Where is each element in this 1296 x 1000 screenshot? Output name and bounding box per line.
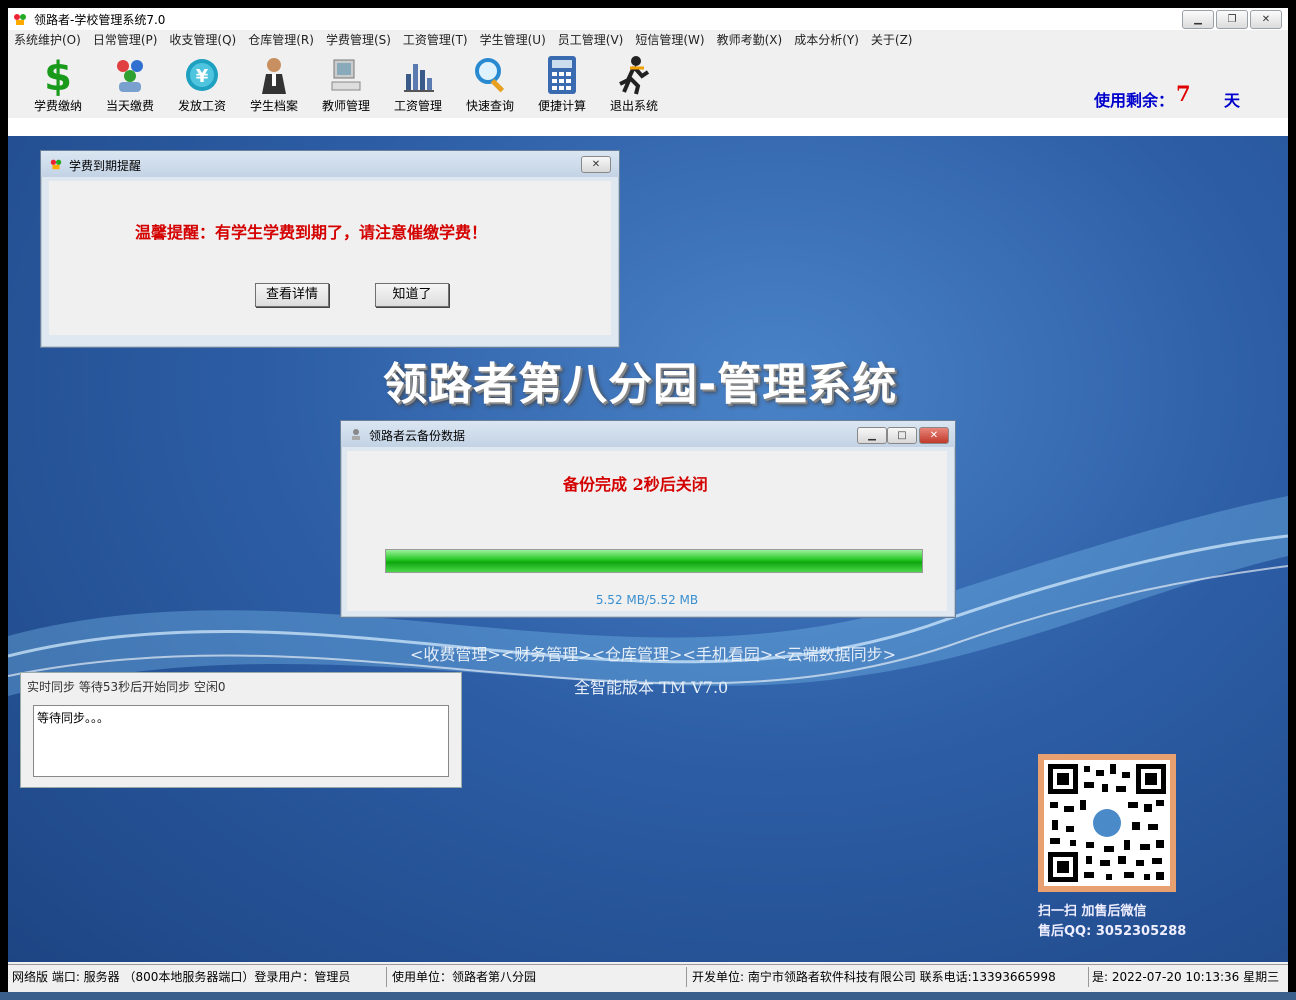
usage-unit: 天 — [1224, 91, 1241, 110]
reminder-message: 温馨提醒：有学生学费到期了，请注意催缴学费！ — [135, 223, 488, 242]
menu-system[interactable]: 系统维护(O) — [8, 30, 87, 50]
edition-line: 全智能版本 TM V7.0 — [574, 678, 729, 697]
window-title: 领路者-学校管理系统7.0 — [34, 13, 166, 27]
close-button[interactable]: ✕ — [1250, 10, 1282, 29]
status-connection: 网络版 端口: 服务器 （800本地服务器端口）登录用户：管理员 — [8, 967, 387, 987]
backup-size: 5.52 MB/5.52 MB — [595, 593, 699, 607]
menu-income-expense[interactable]: 收支管理(Q) — [163, 30, 242, 50]
calculator-icon — [548, 56, 576, 94]
quick-search-button[interactable]: 快速查询 — [458, 50, 522, 118]
people-icon — [117, 60, 143, 92]
calculator-button[interactable]: 便捷计算 — [530, 50, 594, 118]
sync-panel: 实时同步 等待53秒后开始同步 空闲0 等待同步。。。 — [20, 672, 462, 788]
salary-manage-button[interactable]: 工资管理 — [386, 50, 450, 118]
yen-coin-icon: ¥ — [186, 59, 218, 91]
status-bar: 网络版 端口: 服务器 （800本地服务器端口）登录用户：管理员 使用单位：领路… — [8, 964, 1288, 989]
today-payment-button[interactable]: 当天缴费 — [98, 50, 162, 118]
qr-pattern — [1048, 764, 1166, 882]
system-title: 领路者第八分园-管理系统 — [383, 359, 898, 410]
usage-label: 使用剩余： — [1094, 91, 1175, 110]
dollar-icon: $ — [44, 54, 72, 96]
qr-caption-qq: 售后QQ: 3052305288 — [1038, 924, 1187, 939]
title-bar: 领路者-学校管理系统7.0 ▁ ❐ ✕ — [8, 8, 1288, 30]
backup-title: 领路者云备份数据 — [369, 429, 466, 443]
usage-days: 7 — [1176, 81, 1191, 106]
app-logo-icon — [50, 159, 62, 170]
menu-about[interactable]: 关于(Z) — [865, 30, 919, 50]
address-strip — [8, 118, 1288, 137]
main-window: 领路者-学校管理系统7.0 ▁ ❐ ✕ 系统维护(O) 日常管理(P) 收支管理… — [8, 8, 1288, 992]
backup-maximize-button[interactable]: □ — [887, 427, 917, 444]
toolbar: $ 学费缴纳 当天缴费 ¥ 发放工资 学生档案 教师管理 工资管理 快速查询 便… — [8, 50, 1288, 119]
backup-progress-bar — [385, 549, 923, 573]
status-developer: 开发单位: 南宁市领路者软件科技有限公司 联系电话:13393665998 — [688, 967, 1089, 987]
backup-body: 备份完成 2秒后关闭 5.52 MB/5.52 MB — [347, 451, 947, 611]
maximize-button[interactable]: ❐ — [1216, 10, 1248, 29]
backup-minimize-button[interactable]: ▁ — [857, 427, 887, 444]
menu-attendance[interactable]: 教师考勤(X) — [711, 30, 789, 50]
computer-icon — [331, 59, 361, 91]
sync-log-box[interactable]: 等待同步。。。 — [33, 705, 449, 777]
menu-sms[interactable]: 短信管理(W) — [629, 30, 710, 50]
running-man-icon — [619, 56, 650, 95]
reminder-body: 温馨提醒：有学生学费到期了，请注意催缴学费！ 查看详情 知道了 — [49, 181, 611, 335]
taskbar — [0, 992, 1296, 1000]
qr-caption-wechat: 扫一扫 加售后微信 — [1038, 904, 1147, 919]
status-time: 是: 2022-07-20 10:13:36 星期三 — [1092, 970, 1280, 984]
reminder-close-button[interactable]: ✕ — [581, 156, 611, 173]
svg-text:¥: ¥ — [196, 66, 209, 87]
reminder-titlebar: 学费到期提醒 ✕ — [41, 151, 619, 177]
exit-system-button[interactable]: 退出系统 — [602, 50, 666, 118]
svg-text:$: $ — [44, 54, 72, 96]
modules-line: <收费管理><财务管理><仓库管理><手机看园><云端数据同步> — [410, 645, 897, 664]
pay-salary-button[interactable]: ¥ 发放工资 — [170, 50, 234, 118]
backup-progress-fill — [386, 550, 922, 572]
reminder-title: 学费到期提醒 — [69, 159, 142, 173]
student-records-button[interactable]: 学生档案 — [242, 50, 306, 118]
menu-daily[interactable]: 日常管理(P) — [87, 30, 164, 50]
teacher-manage-button[interactable]: 教师管理 — [314, 50, 378, 118]
user-icon — [352, 429, 360, 440]
sync-status: 实时同步 等待53秒后开始同步 空闲0 — [27, 680, 226, 694]
app-logo-icon — [14, 14, 26, 25]
status-unit: 使用单位：领路者第八分园 — [388, 967, 687, 987]
menu-bar: 系统维护(O) 日常管理(P) 收支管理(Q) 仓库管理(R) 学费管理(S) … — [8, 30, 1288, 50]
menu-staff[interactable]: 员工管理(V) — [552, 30, 630, 50]
tuition-pay-button[interactable]: $ 学费缴纳 — [26, 50, 90, 118]
sync-log-text: 等待同步。。。 — [37, 711, 110, 725]
backup-titlebar: 领路者云备份数据 ▁ □ ✕ — [341, 421, 955, 447]
menu-warehouse[interactable]: 仓库管理(R) — [242, 30, 320, 50]
magnifier-icon — [475, 58, 505, 93]
cloud-backup-dialog: 领路者云备份数据 ▁ □ ✕ 备份完成 2秒后关闭 5.52 MB/5.52 M… — [340, 420, 956, 618]
view-details-button[interactable]: 查看详情 — [255, 283, 329, 307]
qr-code — [1038, 754, 1176, 892]
menu-tuition[interactable]: 学费管理(S) — [320, 30, 397, 50]
menu-salary[interactable]: 工资管理(T) — [397, 30, 474, 50]
tuition-reminder-dialog: 学费到期提醒 ✕ 温馨提醒：有学生学费到期了，请注意催缴学费！ 查看详情 知道了 — [40, 150, 620, 348]
student-icon — [262, 58, 286, 94]
menu-student[interactable]: 学生管理(U) — [474, 30, 552, 50]
menu-cost[interactable]: 成本分析(Y) — [788, 30, 865, 50]
backup-status: 备份完成 2秒后关闭 — [563, 475, 708, 494]
bar-chart-icon — [404, 64, 434, 92]
usage-remaining: 使用剩余： 7 天 — [1094, 81, 1240, 111]
got-it-button[interactable]: 知道了 — [375, 283, 449, 307]
backup-close-button[interactable]: ✕ — [919, 427, 949, 444]
minimize-button[interactable]: ▁ — [1182, 10, 1214, 29]
